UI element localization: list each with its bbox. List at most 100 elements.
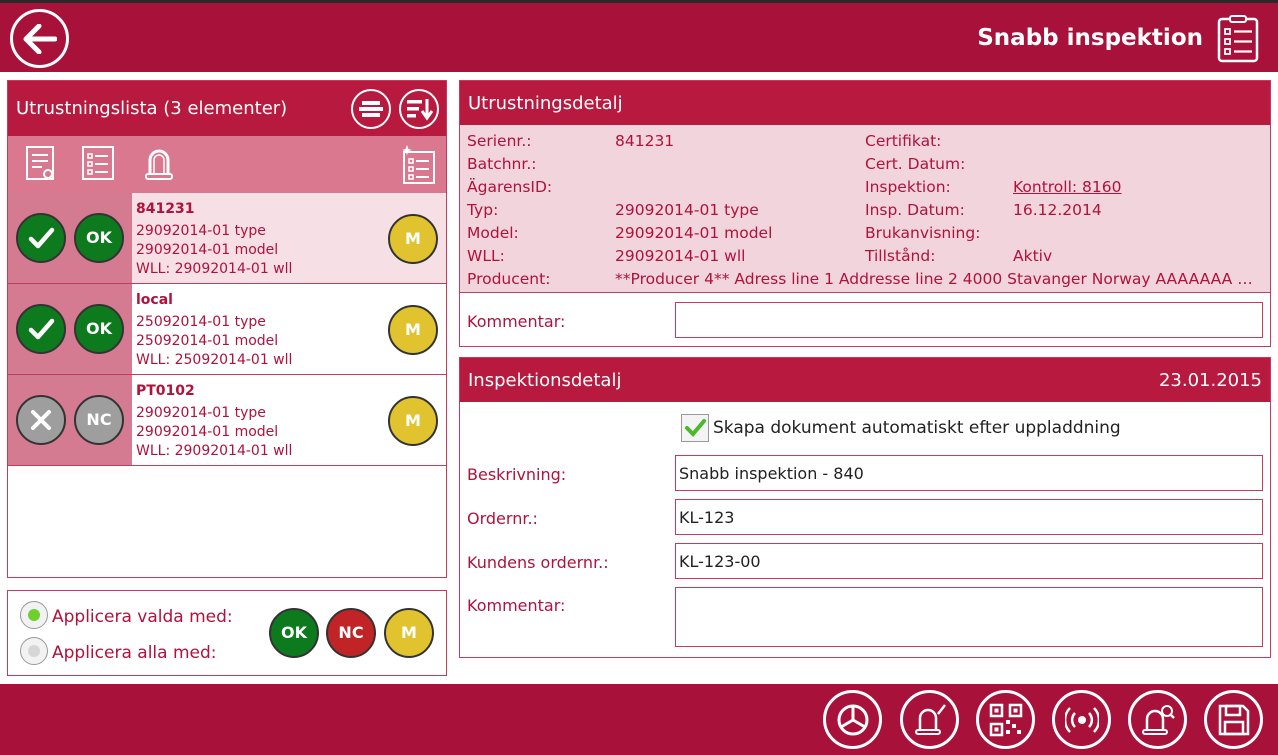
apply-all-radio[interactable]: [20, 637, 48, 665]
row-wll: WLL: 29092014-01 wll: [136, 261, 293, 277]
insp-date-value: 16.12.2014: [1013, 201, 1102, 219]
check-toggle[interactable]: [16, 213, 66, 263]
wll-label: WLL:: [467, 247, 505, 265]
customer-order-field[interactable]: KL-123-00: [675, 543, 1263, 579]
description-field[interactable]: Snabb inspektion - 840: [675, 455, 1263, 491]
auto-document-label: Skapa dokument automatiskt efter uppladd…: [713, 418, 1121, 438]
row-type: 29092014-01 type: [136, 405, 266, 421]
checkmark-icon: [26, 227, 56, 257]
cross-toggle[interactable]: [16, 395, 66, 445]
row-status-area: NC: [8, 375, 132, 465]
producer-label: Producent:: [467, 270, 551, 288]
back-arrow-icon: [23, 24, 57, 54]
mark-button[interactable]: M: [388, 214, 438, 264]
mark-button[interactable]: M: [388, 396, 438, 446]
inspection-comment-label: Kommentar:: [467, 596, 566, 615]
cert-date-label: Cert. Datum:: [865, 155, 966, 173]
owner-id-label: ÄgarensID:: [467, 178, 553, 196]
serial-value: 841231: [615, 132, 675, 150]
group-button[interactable]: [351, 89, 391, 129]
inspection-detail-title: Inspektionsdetalj: [468, 370, 622, 391]
checkmark-icon: [685, 419, 706, 437]
checkmark-icon: [26, 318, 56, 348]
manual-label: Brukanvisning:: [865, 224, 981, 242]
equipment-detail-title: Utrustningsdetalj: [468, 93, 623, 114]
shackle-search-icon: [1142, 705, 1175, 735]
status-badge[interactable]: OK: [74, 213, 124, 263]
shackle-icon[interactable]: [141, 144, 177, 184]
apply-panel: Applicera valda med: Applicera alla med:…: [7, 590, 447, 676]
radio-dot: [28, 645, 40, 657]
apply-nc-button[interactable]: NC: [326, 608, 376, 658]
row-type: 25092014-01 type: [136, 314, 266, 330]
customer-order-label: Kundens ordernr.:: [467, 553, 609, 572]
model-label: Model:: [467, 224, 519, 242]
apply-m-button[interactable]: M: [384, 608, 434, 658]
inspection-date: 23.01.2015: [1158, 370, 1262, 391]
back-button[interactable]: [10, 9, 69, 68]
checklist-icon: [1217, 15, 1259, 63]
order-label: Ordernr.:: [467, 509, 538, 528]
row-info: 841231 29092014-01 type 29092014-01 model W…: [132, 193, 446, 283]
inspection-comment-field[interactable]: [675, 587, 1263, 647]
rfid-button[interactable]: [1052, 690, 1111, 749]
save-icon: [1218, 704, 1250, 736]
row-model: 29092014-01 model: [136, 242, 279, 258]
shackle-edit-icon: [915, 704, 946, 735]
row-model: 25092014-01 model: [136, 333, 279, 349]
apply-selected-radio[interactable]: [20, 601, 48, 629]
mark-button[interactable]: M: [388, 305, 438, 355]
list-item[interactable]: NC PT0102 29092014-01 type 29092014-01 mode…: [8, 375, 446, 466]
apply-all-label: Applicera alla med:: [52, 643, 217, 663]
row-info: local 25092014-01 type 25092014-01 model WL…: [132, 284, 446, 374]
row-serial: PT0102: [136, 383, 195, 399]
sort-button[interactable]: [399, 89, 439, 129]
check-toggle[interactable]: [16, 304, 66, 354]
equipment-comment-field[interactable]: [675, 302, 1263, 338]
search-equipment-button[interactable]: [1128, 690, 1187, 749]
inspection-detail-panel: Inspektionsdetalj 23.01.2015 Skapa dokum…: [459, 357, 1271, 658]
equipment-detail-grid: Serienr.: 841231 Batchnr.: ÄgarensID: Ty…: [460, 125, 1270, 293]
save-button[interactable]: [1204, 690, 1263, 749]
edit-equipment-button[interactable]: [900, 690, 959, 749]
batch-label: Batchnr.:: [467, 155, 537, 173]
list-item[interactable]: OK local 25092014-01 type 25092014-01 model…: [8, 284, 446, 375]
inspection-link[interactable]: Kontroll: 8160: [1013, 178, 1122, 196]
inspection-detail-header: Inspektionsdetalj 23.01.2015: [460, 358, 1270, 402]
equipment-detail-header: Utrustningsdetalj: [460, 81, 1270, 125]
group-icon: [359, 101, 383, 117]
equipment-detail-panel: Utrustningsdetalj Serienr.: 841231 Batch…: [459, 80, 1271, 347]
list-item[interactable]: OK 841231 29092014-01 type 29092014-01 mode…: [8, 193, 446, 284]
row-type: 29092014-01 type: [136, 223, 266, 239]
description-label: Beskrivning:: [467, 465, 567, 484]
pie-chart-icon: [837, 704, 869, 736]
order-field[interactable]: KL-123: [675, 499, 1263, 535]
insp-date-label: Insp. Datum:: [865, 201, 965, 219]
row-serial: 841231: [136, 201, 195, 217]
wll-value: 29092014-01 wll: [615, 247, 746, 265]
new-list-icon[interactable]: [401, 144, 437, 186]
apply-ok-button[interactable]: OK: [269, 608, 319, 658]
qr-code-icon: [989, 703, 1023, 737]
statistics-button[interactable]: [823, 690, 882, 749]
sort-icon: [407, 99, 434, 121]
bottom-toolbar: [0, 684, 1278, 755]
status-badge[interactable]: OK: [74, 304, 124, 354]
state-label: Tillstånd:: [865, 247, 936, 265]
list-icon[interactable]: [80, 144, 116, 184]
status-badge[interactable]: NC: [74, 395, 124, 445]
radio-dot: [28, 609, 40, 621]
certificate-icon[interactable]: [24, 144, 58, 184]
row-wll: WLL: 25092014-01 wll: [136, 352, 293, 368]
row-info: PT0102 29092014-01 type 29092014-01 model W…: [132, 375, 446, 465]
page-title: Snabb inspektion: [977, 25, 1203, 51]
qr-scan-button[interactable]: [976, 690, 1035, 749]
row-status-area: OK: [8, 193, 132, 283]
auto-document-checkbox[interactable]: [681, 414, 709, 442]
equipment-list-title: Utrustningslista (3 elementer): [16, 98, 288, 119]
row-status-area: OK: [8, 284, 132, 374]
top-bar: Snabb inspektion: [0, 0, 1278, 72]
certificate-label: Certifikat:: [865, 132, 942, 150]
equipment-list-panel: Utrustningslista (3 elementer) OK 841231…: [7, 80, 447, 578]
inspection-label: Inspektion:: [865, 178, 951, 196]
